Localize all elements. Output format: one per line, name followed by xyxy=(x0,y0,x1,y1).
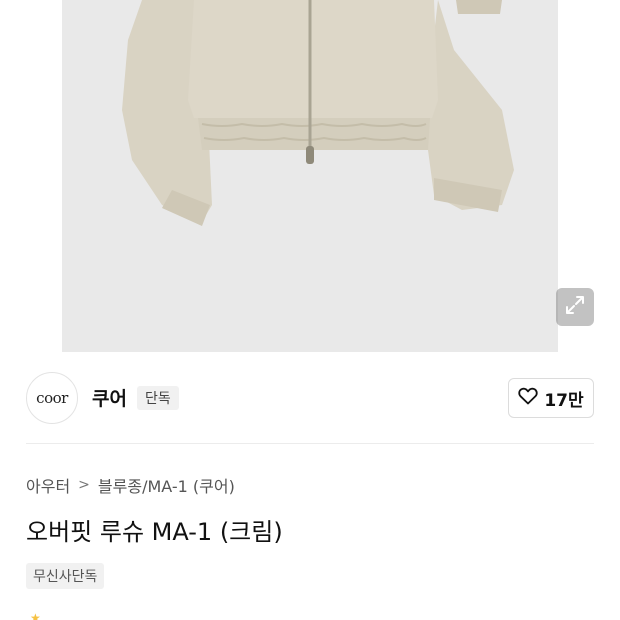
like-button[interactable]: 17만 xyxy=(508,378,594,418)
exclusive-badge: 단독 xyxy=(137,386,179,410)
brand-row: coor 쿠어 단독 17만 xyxy=(0,352,620,444)
brand-name[interactable]: 쿠어 xyxy=(92,384,127,411)
breadcrumb: 아우터 > 블루종/MA-1 (쿠어) xyxy=(26,473,235,497)
breadcrumb-category[interactable]: 아우터 xyxy=(26,473,70,497)
product-image-area[interactable] xyxy=(0,0,620,352)
jacket-illustration xyxy=(122,0,514,226)
brand-logo[interactable]: coor xyxy=(26,372,78,424)
rating-star-icon: ★ xyxy=(30,611,41,620)
expand-arrows-icon xyxy=(564,294,586,320)
expand-image-button[interactable] xyxy=(556,288,594,326)
like-count: 17만 xyxy=(544,390,584,411)
product-title: 오버핏 루슈 MA-1 (크림) xyxy=(26,518,283,546)
chevron-right-icon: > xyxy=(78,477,90,493)
brand-logo-text: coor xyxy=(36,389,68,407)
heart-outline-icon xyxy=(518,387,538,410)
breadcrumb-subcategory[interactable]: 블루종/MA-1 (쿠어) xyxy=(98,473,235,497)
musinsa-exclusive-tag: 무신사단독 xyxy=(26,563,105,589)
product-image[interactable] xyxy=(62,0,558,352)
divider xyxy=(26,443,594,444)
